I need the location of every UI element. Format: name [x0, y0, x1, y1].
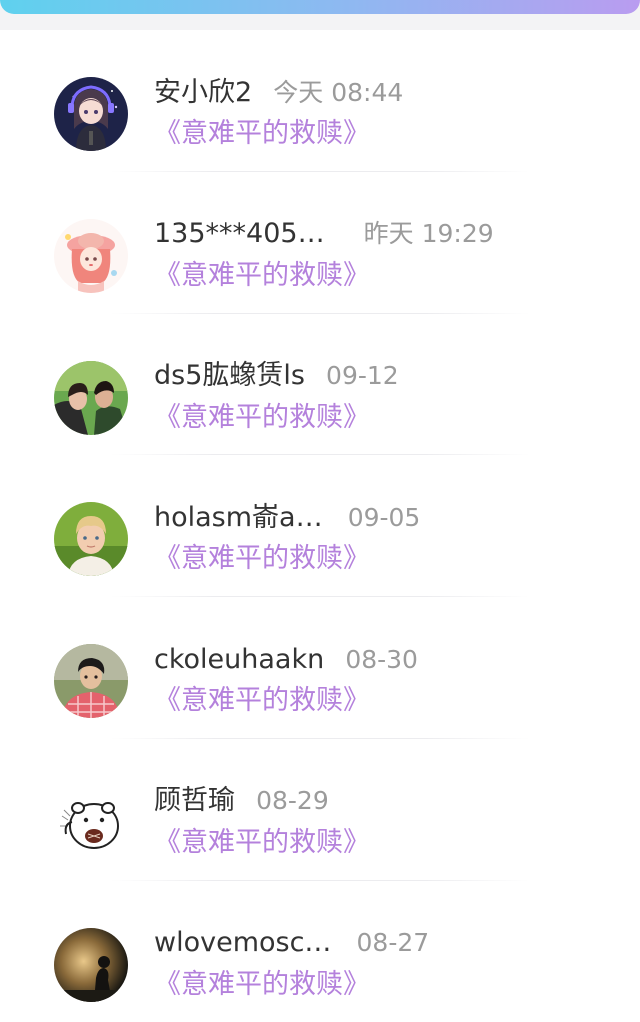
- book-title-link[interactable]: 《意难平的救赎》: [154, 539, 370, 579]
- list-item[interactable]: ckoleuhaakn 08-30 《意难平的救赎》: [0, 597, 640, 739]
- book-title-link[interactable]: 《意难平的救赎》: [154, 681, 370, 721]
- read-time: 08-30: [345, 644, 418, 674]
- user-avatar[interactable]: [54, 502, 128, 577]
- user-avatar[interactable]: [54, 644, 128, 719]
- header-gradient-bar: [0, 0, 640, 14]
- read-time: 08-29: [256, 786, 329, 816]
- reader-list-page: 安小欣2 今天 08:44 《意难平的救赎》 135***405… 昨天 19:…: [0, 0, 640, 1022]
- book-title-link[interactable]: 《意难平的救赎》: [154, 398, 370, 438]
- user-name[interactable]: wlovemosc…: [154, 923, 331, 963]
- list-item[interactable]: wlovemosc… 08-27 《意难平的救赎》: [0, 881, 640, 1022]
- anime-girl-headset-avatar: [54, 77, 128, 151]
- list-item[interactable]: 安小欣2 今天 08:44 《意难平的救赎》: [0, 30, 640, 172]
- user-name[interactable]: ckoleuhaakn: [154, 640, 324, 680]
- book-title-link[interactable]: 《意难平的救赎》: [154, 114, 370, 154]
- user-avatar[interactable]: [54, 77, 128, 151]
- book-title-link[interactable]: 《意难平的救赎》: [154, 823, 370, 863]
- read-time: 今天 08:44: [273, 77, 404, 107]
- user-avatar[interactable]: [54, 927, 128, 1002]
- couple-photo-avatar: [54, 360, 128, 435]
- read-time: 昨天 19:29: [363, 219, 494, 249]
- user-name[interactable]: 安小欣2: [154, 73, 252, 113]
- list-item[interactable]: 顾哲瑜 08-29 《意难平的救赎》: [0, 739, 640, 881]
- book-title-link[interactable]: 《意难平的救赎》: [154, 256, 370, 296]
- list-item[interactable]: ds5肱蟓赁ls 09-12 《意难平的救赎》: [0, 314, 640, 456]
- user-name[interactable]: 135***405…: [154, 214, 325, 254]
- hamster-cartoon-avatar: [54, 785, 128, 860]
- list-item[interactable]: 135***405… 昨天 19:29 《意难平的救赎》: [0, 172, 640, 314]
- blond-boy-photo-avatar: [54, 502, 128, 577]
- user-avatar[interactable]: [54, 218, 128, 293]
- user-name[interactable]: 顾哲瑜: [154, 781, 235, 821]
- book-title-link[interactable]: 《意难平的救赎》: [154, 965, 370, 1005]
- boy-plaid-shirt-avatar: [54, 644, 128, 719]
- reader-list: 安小欣2 今天 08:44 《意难平的救赎》 135***405… 昨天 19:…: [0, 30, 640, 1022]
- read-time: 08-27: [356, 928, 430, 958]
- cartoon-girl-pink-hat-avatar: [54, 218, 128, 293]
- user-avatar[interactable]: [54, 360, 128, 435]
- read-time: 09-05: [347, 502, 421, 532]
- silhouette-sunset-avatar: [54, 927, 128, 1002]
- user-name[interactable]: holasm嵛a…: [154, 498, 323, 538]
- list-item[interactable]: holasm嵛a… 09-05 《意难平的救赎》: [0, 455, 640, 598]
- user-avatar[interactable]: [54, 785, 128, 860]
- user-name[interactable]: ds5肱蟓赁ls: [154, 356, 305, 396]
- read-time: 09-12: [326, 361, 399, 391]
